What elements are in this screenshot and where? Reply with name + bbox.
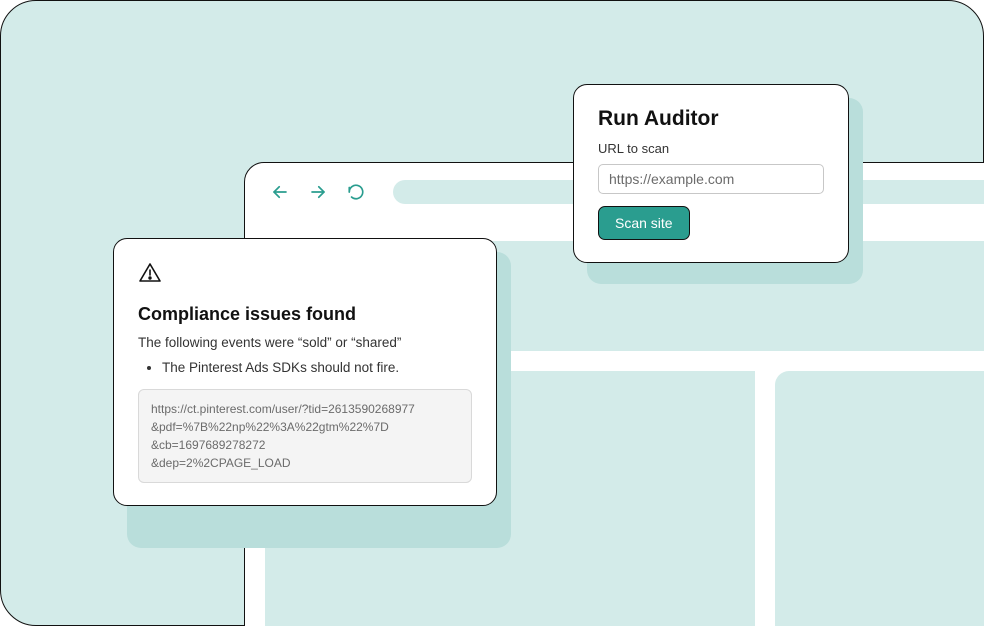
scan-site-button[interactable]: Scan site bbox=[598, 206, 690, 240]
auditor-title: Run Auditor bbox=[598, 107, 824, 131]
code-line: &dep=2%2CPAGE_LOAD bbox=[151, 454, 459, 472]
illustration-stage: Run Auditor URL to scan Scan site Compli… bbox=[0, 0, 984, 626]
url-input[interactable] bbox=[598, 164, 824, 194]
code-line: https://ct.pinterest.com/user/?tid=26135… bbox=[151, 400, 459, 418]
issue-item: The Pinterest Ads SDKs should not fire. bbox=[162, 360, 472, 375]
compliance-title: Compliance issues found bbox=[138, 304, 472, 325]
warning-icon bbox=[138, 261, 472, 290]
issue-list: The Pinterest Ads SDKs should not fire. bbox=[138, 360, 472, 375]
placeholder-tile bbox=[775, 371, 984, 626]
code-line: &cb=1697689278272 bbox=[151, 436, 459, 454]
run-auditor-card: Run Auditor URL to scan Scan site bbox=[573, 84, 849, 263]
url-label: URL to scan bbox=[598, 141, 824, 156]
request-snippet: https://ct.pinterest.com/user/?tid=26135… bbox=[138, 389, 472, 483]
code-line: &pdf=%7B%22np%22%3A%22gtm%22%7D bbox=[151, 418, 459, 436]
compliance-card: Compliance issues found The following ev… bbox=[113, 238, 497, 506]
reload-icon[interactable] bbox=[347, 183, 365, 201]
forward-icon[interactable] bbox=[309, 183, 327, 201]
back-icon[interactable] bbox=[271, 183, 289, 201]
compliance-subtitle: The following events were “sold” or “sha… bbox=[138, 335, 472, 350]
